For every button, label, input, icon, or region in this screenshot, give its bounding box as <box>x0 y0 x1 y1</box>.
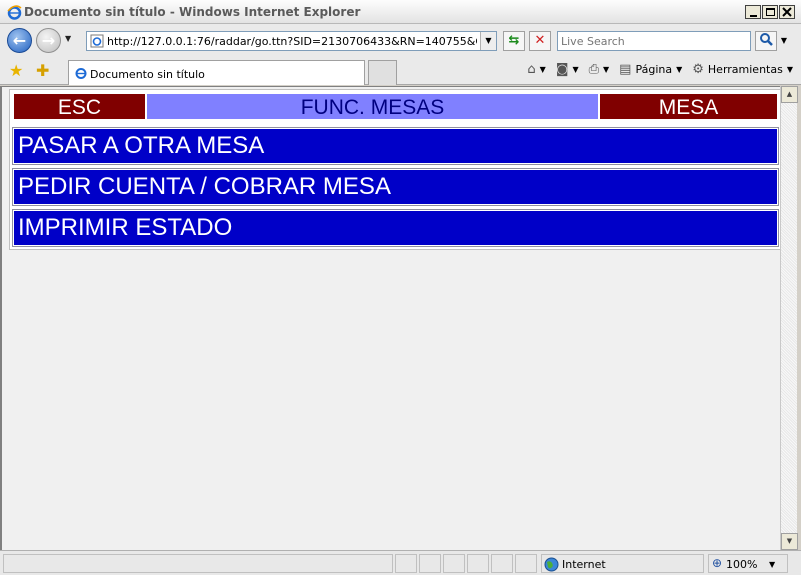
print-icon[interactable]: ⎙ <box>589 62 599 77</box>
home-icon[interactable]: ⌂ <box>527 62 535 77</box>
new-tab-button[interactable] <box>368 60 397 85</box>
stop-icon: ✕ <box>534 33 546 48</box>
add-favorites-icon[interactable]: ✚ <box>36 61 49 80</box>
feed-dropdown-icon[interactable]: ▼ <box>572 65 578 74</box>
status-segment <box>491 554 513 573</box>
window-titlebar: Documento sin título - Windows Internet … <box>0 0 801 24</box>
print-dropdown-icon[interactable]: ▼ <box>603 65 609 74</box>
scroll-down-button[interactable]: ▼ <box>781 533 798 550</box>
home-dropdown-icon[interactable]: ▼ <box>540 65 546 74</box>
refresh-icon: ⇆ <box>508 33 520 48</box>
search-input[interactable] <box>558 32 746 50</box>
ie-page-icon <box>90 34 104 48</box>
status-segment <box>467 554 489 573</box>
search-button[interactable] <box>755 31 777 51</box>
zoom-icon: ⊕ <box>712 556 723 570</box>
page-content: ESC FUNC. MESAS MESA PASAR A OTRA MESA P… <box>0 86 781 550</box>
stop-button[interactable]: ✕ <box>529 31 551 51</box>
tab-bar: ★ ✚ Documento sin título ⌂ ▼ ◙ ▼ ⎙ ▼ ▤ Pági… <box>0 57 801 85</box>
ie-logo-icon <box>7 5 22 20</box>
esc-button[interactable]: ESC <box>13 93 146 120</box>
menu-item-pasar-mesa[interactable]: PASAR A OTRA MESA <box>12 127 779 165</box>
window-title: Documento sin título - Windows Internet … <box>24 5 361 19</box>
status-segment <box>443 554 465 573</box>
zoom-level: 100% <box>726 558 758 571</box>
tools-menu-button[interactable]: Herramientas <box>708 63 783 76</box>
tools-dropdown-icon[interactable]: ▼ <box>787 65 793 74</box>
tab-label: Documento sin título <box>90 68 205 81</box>
navigation-bar: ← → ▼ http://127.0.0.1:76/raddar/go.ttn?… <box>0 24 801 57</box>
close-window-button[interactable] <box>779 5 795 19</box>
scroll-up-button[interactable]: ▲ <box>781 86 798 103</box>
zone-label: Internet <box>562 558 606 571</box>
zoom-dropdown-icon[interactable]: ▼ <box>769 560 775 569</box>
arrow-right-icon: → <box>41 31 56 50</box>
favorites-star-icon[interactable]: ★ <box>9 61 23 80</box>
search-icon <box>760 33 773 46</box>
page-title: FUNC. MESAS <box>146 93 599 120</box>
ie-page-icon <box>75 68 87 79</box>
gear-icon: ⚙ <box>692 62 704 77</box>
status-segment <box>515 554 537 573</box>
status-segment <box>419 554 441 573</box>
page-icon: ▤ <box>619 62 632 77</box>
command-bar: ⌂ ▼ ◙ ▼ ⎙ ▼ ▤ Página ▼ ⚙ Herramientas ▼ <box>527 62 793 77</box>
address-bar[interactable]: http://127.0.0.1:76/raddar/go.ttn?SID=21… <box>86 31 497 51</box>
vertical-scrollbar[interactable]: ▲ ▼ <box>780 86 798 550</box>
page-menu-button[interactable]: Página <box>635 63 672 76</box>
status-bar: Internet ⊕ 100% ▼ <box>0 550 801 575</box>
maximize-button[interactable] <box>762 5 778 19</box>
menu-item-imprimir-estado[interactable]: IMPRIMIR ESTADO <box>12 209 779 247</box>
mesa-button[interactable]: MESA <box>599 93 778 120</box>
tab-documento[interactable]: Documento sin título <box>68 60 365 85</box>
search-box[interactable] <box>557 31 751 51</box>
minimize-button[interactable] <box>745 5 761 19</box>
url-text[interactable]: http://127.0.0.1:76/raddar/go.ttn?SID=21… <box>107 35 477 48</box>
menu-item-pedir-cuenta[interactable]: PEDIR CUENTA / COBRAR MESA <box>12 168 779 206</box>
status-segment <box>395 554 417 573</box>
arrow-left-icon: ← <box>12 31 27 50</box>
app-panel: ESC FUNC. MESAS MESA PASAR A OTRA MESA P… <box>9 89 781 250</box>
status-text-area <box>3 554 393 573</box>
globe-icon <box>544 557 559 572</box>
forward-button[interactable]: → <box>36 28 61 53</box>
rss-feed-icon[interactable]: ◙ <box>556 62 569 77</box>
back-button[interactable]: ← <box>7 28 32 53</box>
search-options-dropdown-icon[interactable]: ▼ <box>778 31 790 51</box>
zoom-control[interactable]: ⊕ 100% ▼ <box>708 554 788 573</box>
history-dropdown-icon[interactable]: ▼ <box>65 34 71 43</box>
security-zone[interactable]: Internet <box>541 554 704 573</box>
page-dropdown-icon[interactable]: ▼ <box>676 65 682 74</box>
close-icon <box>782 7 792 17</box>
address-dropdown-icon[interactable]: ▼ <box>480 32 496 50</box>
refresh-button[interactable]: ⇆ <box>503 31 525 51</box>
window-controls <box>745 5 795 19</box>
